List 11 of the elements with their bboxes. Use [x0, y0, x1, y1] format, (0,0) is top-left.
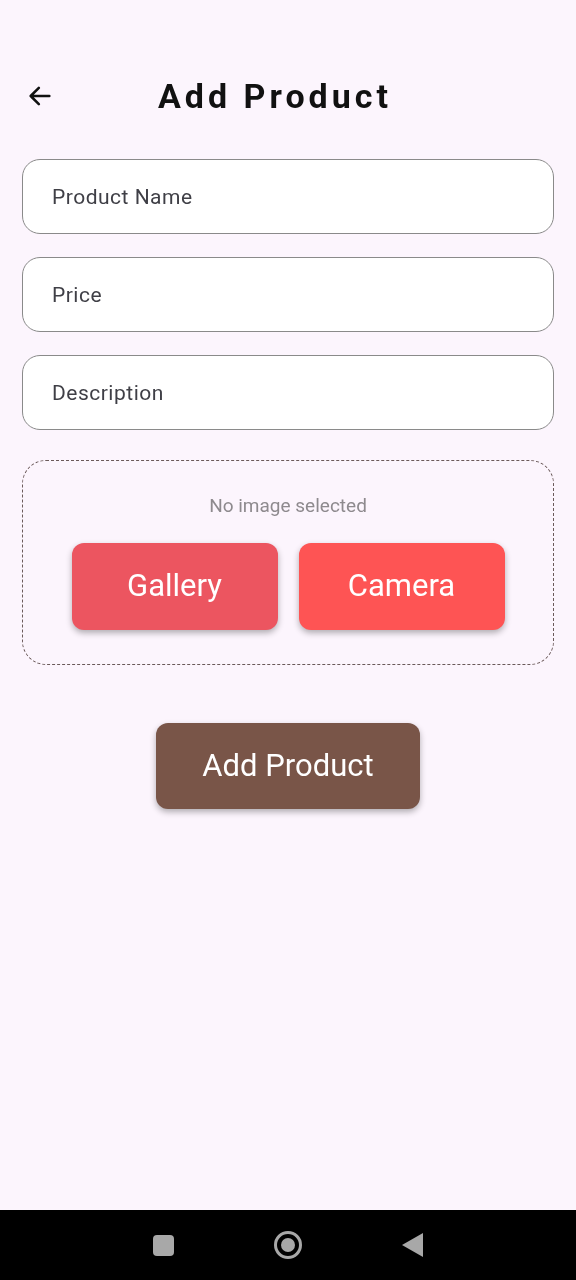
home-icon[interactable] — [273, 1231, 302, 1259]
image-status: No image selected — [209, 493, 367, 519]
back-icon[interactable] — [401, 1233, 424, 1257]
input-field[interactable]: Product Name — [22, 159, 554, 234]
add-product-button[interactable]: Add Product — [156, 723, 420, 809]
recents-icon[interactable] — [152, 1234, 174, 1256]
image-source-button[interactable]: Camera — [298, 542, 505, 630]
page-title: Add Product — [158, 74, 392, 118]
image-source-button[interactable]: Gallery — [71, 542, 278, 630]
input-field[interactable]: Price — [22, 257, 554, 332]
input-field[interactable]: Description — [22, 355, 554, 430]
